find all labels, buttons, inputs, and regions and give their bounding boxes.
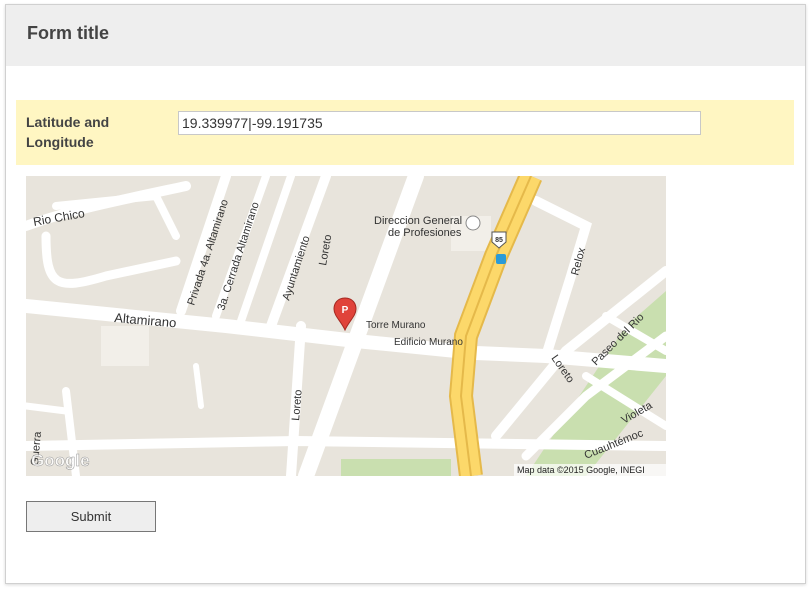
google-logo: Google [31, 451, 90, 470]
map-label-torre-murano: Torre Murano [366, 320, 426, 331]
transit-icon [496, 254, 506, 264]
location-field-label: Latitude and Longitude [26, 114, 110, 150]
map-marker-letter: P [342, 305, 349, 316]
form-title: Form title [27, 23, 110, 43]
map-canvas[interactable]: 85 Rio Chico Altamirano Privada 4a. Alta… [26, 176, 666, 476]
location-field-row: Latitude and Longitude [16, 100, 794, 165]
map-view[interactable]: 85 Rio Chico Altamirano Privada 4a. Alta… [26, 176, 666, 476]
submit-button[interactable]: Submit [26, 501, 156, 532]
map-attribution: Map data ©2015 Google, INEGI [517, 465, 645, 475]
map-label-direccion-2: de Profesiones [388, 227, 462, 239]
map-building [101, 326, 149, 366]
map-label-direccion-1: Direccion General [374, 215, 462, 227]
highway-shield-number: 85 [495, 237, 503, 244]
form-card: Form title Latitude and Longitude 19.339… [5, 4, 806, 584]
form-header: Form title [6, 5, 805, 66]
government-icon [465, 215, 481, 231]
map-label-edificio-murano: Edificio Murano [394, 337, 463, 348]
map-park-south [341, 459, 451, 476]
location-input[interactable] [178, 111, 701, 135]
